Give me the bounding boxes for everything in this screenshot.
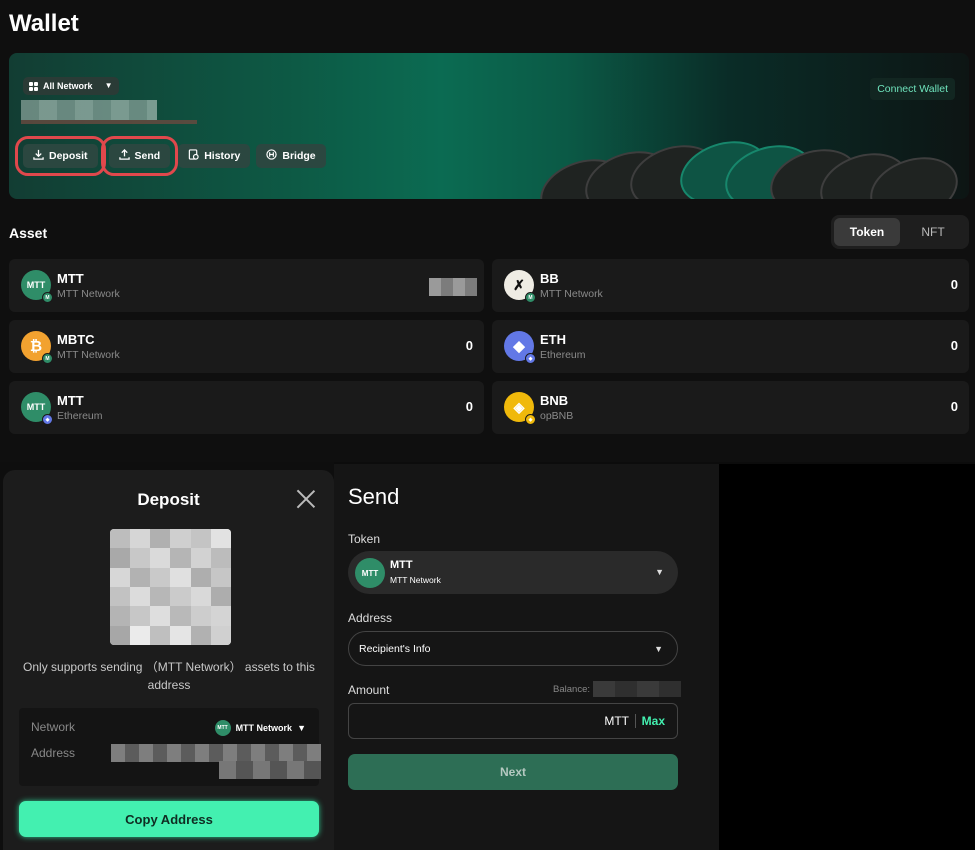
asset-amount-redacted: [429, 278, 477, 296]
address-label: Address: [348, 611, 393, 625]
download-icon: [33, 149, 44, 163]
asset-name: ETH: [540, 332, 566, 347]
bridge-button[interactable]: Bridge: [256, 144, 326, 168]
asset-name: MTT: [57, 393, 84, 408]
asset-tabs: Token NFT: [831, 215, 969, 249]
caret-down-icon: ▼: [297, 723, 306, 733]
amount-unit: MTT: [604, 714, 629, 728]
network-label: Network: [31, 720, 76, 734]
asset-row-mtt-mtt-network[interactable]: MTT M MTT MTT Network: [9, 259, 484, 312]
max-button[interactable]: Max: [642, 714, 665, 728]
deposit-network-select[interactable]: MTT MTT Network ▼: [214, 720, 306, 736]
tab-nft[interactable]: NFT: [900, 218, 966, 246]
connect-wallet-button[interactable]: Connect Wallet: [870, 78, 955, 100]
asset-list: MTT M MTT MTT Network ✗ M BB MTT Network…: [9, 259, 969, 434]
caret-down-icon: ▼: [104, 81, 113, 90]
grid-icon: [29, 81, 38, 91]
recipient-address-select[interactable]: Recipient's Info ▼: [348, 631, 678, 666]
asset-network: Ethereum: [57, 410, 103, 422]
asset-network: opBNB: [540, 410, 574, 422]
network-select[interactable]: All Network ▼: [23, 77, 119, 95]
caret-down-icon: ▼: [655, 567, 664, 577]
recipient-placeholder: Recipient's Info: [359, 643, 431, 655]
caret-down-icon: ▼: [654, 644, 663, 654]
tab-token[interactable]: Token: [834, 218, 900, 246]
deposit-network-value: MTT Network: [235, 723, 293, 733]
wallet-actions: Deposit Send History Bridge: [15, 136, 326, 176]
deposit-address-redacted: [111, 744, 321, 762]
deposit-title: Deposit: [137, 490, 200, 509]
mtt-token-icon: MTT: [355, 558, 385, 588]
balance-underline: [21, 120, 197, 124]
send-label: Send: [134, 150, 161, 162]
page-title: Wallet: [9, 10, 79, 37]
amount-label: Amount: [348, 683, 390, 697]
history-label: History: [204, 150, 241, 162]
deposit-note: Only supports sending （MTT Network） asse…: [23, 660, 315, 692]
ethereum-badge-icon: ◆: [42, 414, 53, 425]
mtt-token-icon: MTT: [214, 720, 231, 736]
wallet-hero-card: All Network ▼ Connect Wallet Deposit Sen…: [9, 53, 969, 199]
asset-row-eth[interactable]: ◆ ◆ ETH Ethereum 0: [492, 320, 969, 373]
balance-redacted: [593, 681, 681, 697]
mtt-network-badge-icon: M: [525, 292, 536, 303]
wallet-page: Wallet All Network ▼ Connect Wallet Depo…: [0, 0, 975, 462]
bnb-badge-icon: ◈: [525, 414, 536, 425]
mtt-network-badge-icon: M: [42, 292, 53, 303]
asset-amount: 0: [465, 399, 473, 414]
asset-amount: 0: [950, 399, 958, 414]
asset-amount: 0: [465, 338, 473, 353]
empty-area: [719, 464, 975, 850]
bridge-icon: [266, 149, 278, 163]
deposit-address-redacted-2: [219, 761, 321, 779]
token-name: MTT: [390, 559, 413, 571]
divider: [635, 714, 636, 728]
deposit-modal: Deposit Only supports sending （MTT Netwo…: [3, 470, 334, 850]
send-panel: Send Token MTT MTT MTT Network ▼ Address…: [334, 464, 719, 850]
address-label: Address: [31, 746, 76, 760]
close-icon[interactable]: [296, 489, 316, 509]
asset-network: MTT Network: [57, 349, 120, 361]
asset-network: MTT Network: [540, 288, 603, 300]
asset-amount: 0: [950, 338, 958, 353]
deposit-button[interactable]: Deposit: [15, 136, 106, 176]
asset-name: MTT: [57, 271, 84, 286]
network-select-label: All Network: [43, 81, 93, 91]
balance-redacted: [21, 100, 157, 120]
next-button[interactable]: Next: [348, 754, 678, 790]
balance-label: Balance:: [553, 683, 590, 695]
amount-input[interactable]: MTT Max: [348, 703, 678, 739]
token-network: MTT Network: [390, 575, 441, 585]
asset-network: MTT Network: [57, 288, 120, 300]
balance-display: Balance:: [553, 681, 681, 697]
send-title: Send: [348, 484, 400, 509]
asset-name: BB: [540, 271, 559, 286]
copy-address-button[interactable]: Copy Address: [19, 801, 319, 837]
asset-row-bb[interactable]: ✗ M BB MTT Network 0: [492, 259, 969, 312]
asset-amount: 0: [950, 277, 958, 292]
mtt-network-badge-icon: M: [42, 353, 53, 364]
asset-name: BNB: [540, 393, 569, 408]
token-select[interactable]: MTT MTT MTT Network ▼: [348, 551, 678, 594]
bridge-label: Bridge: [282, 150, 316, 162]
asset-row-mbtc[interactable]: ₿ M MBTC MTT Network 0: [9, 320, 484, 373]
send-button[interactable]: Send: [100, 136, 179, 176]
history-button[interactable]: History: [178, 144, 251, 168]
token-label: Token: [348, 532, 381, 546]
asset-network: Ethereum: [540, 349, 586, 361]
upload-icon: [118, 149, 130, 163]
asset-row-bnb[interactable]: ◈ ◈ BNB opBNB 0: [492, 381, 969, 434]
deposit-qr-code: [110, 529, 231, 645]
asset-name: MBTC: [57, 332, 95, 347]
deposit-info-box: Network MTT MTT Network ▼ Address: [19, 708, 321, 786]
asset-row-mtt-ethereum[interactable]: MTT ◆ MTT Ethereum 0: [9, 381, 484, 434]
history-icon: [188, 149, 199, 163]
ethereum-badge-icon: ◆: [525, 353, 536, 364]
asset-section-title: Asset: [9, 225, 48, 241]
coins-decoration: [529, 130, 969, 199]
deposit-label: Deposit: [49, 150, 88, 162]
